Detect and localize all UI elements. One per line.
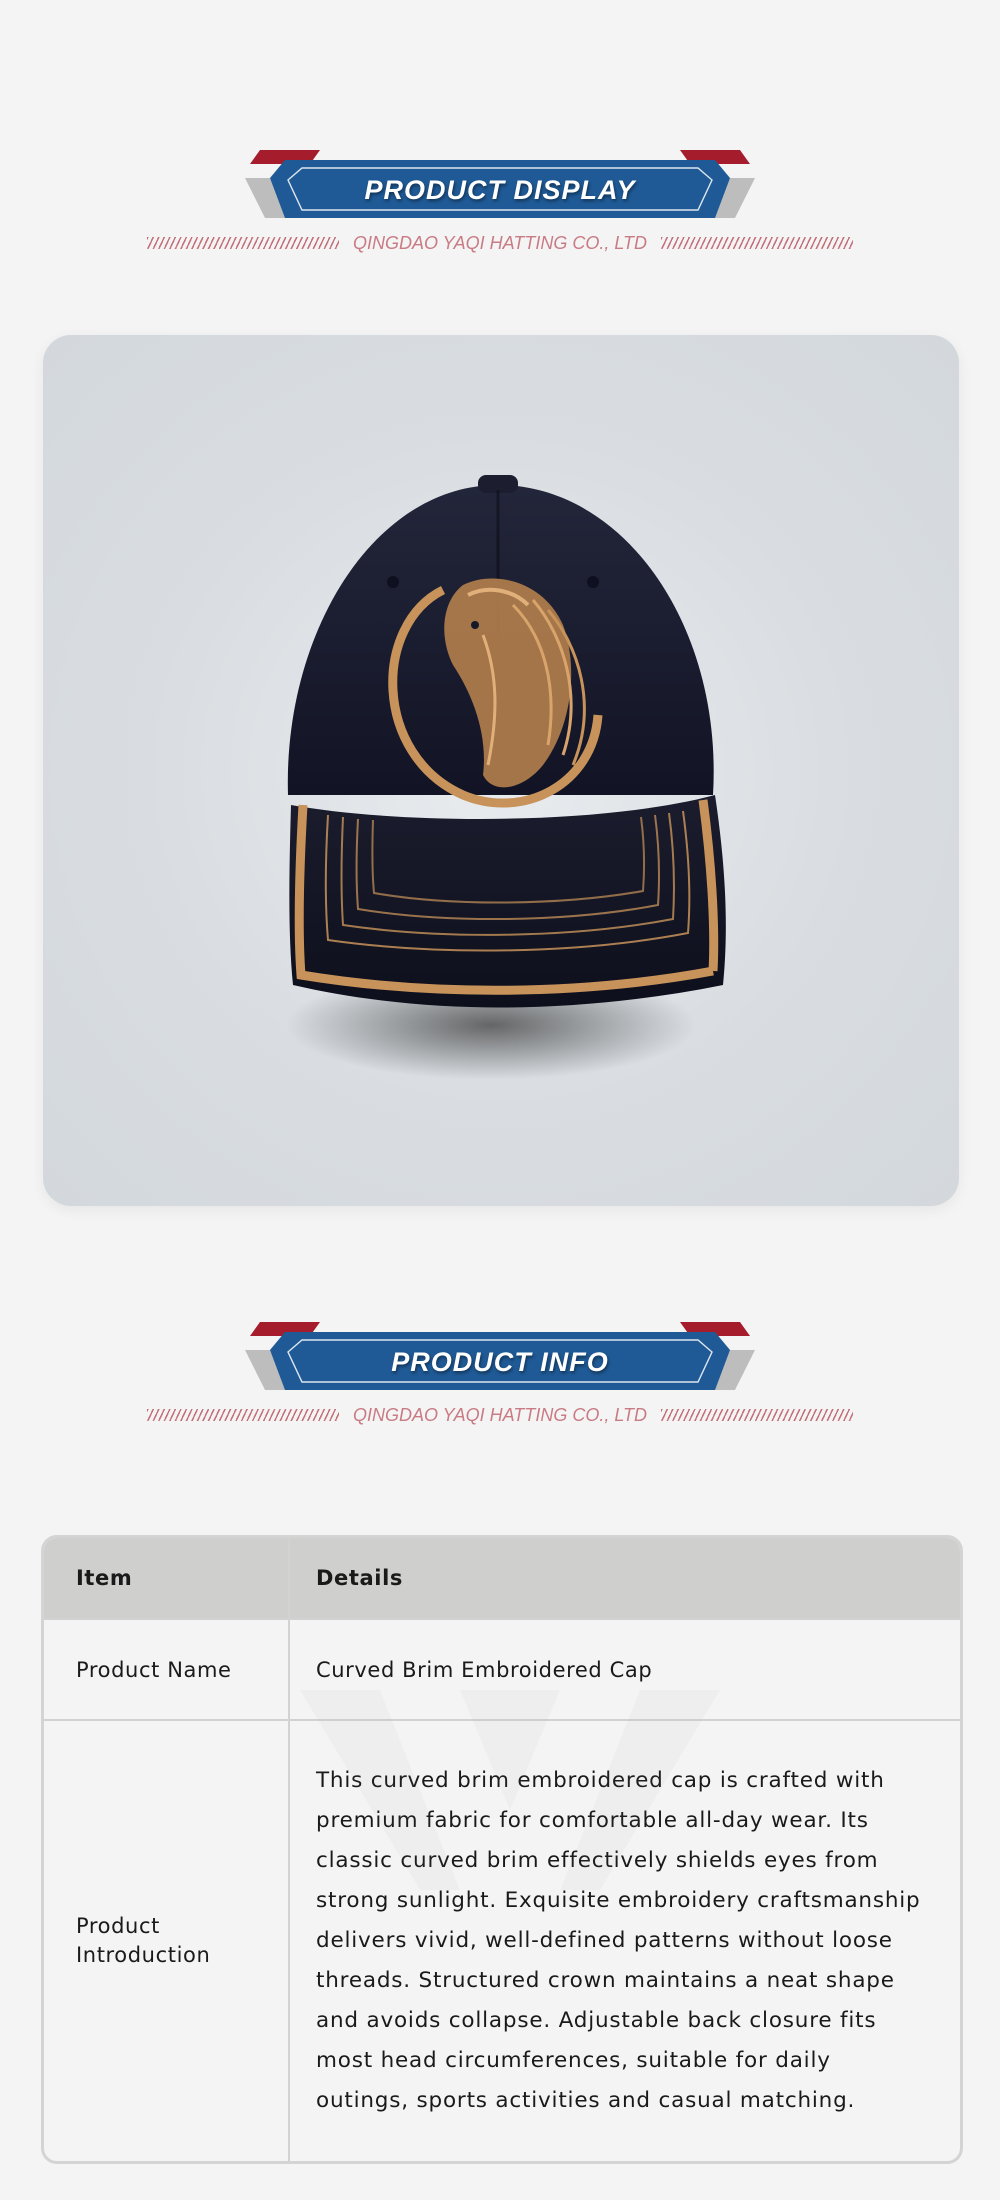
watermark-logo-icon (300, 1690, 720, 1890)
row-label: Product Introduction (44, 1721, 290, 2161)
company-name: QINGDAO YAQI HATTING CO., LTD (352, 1404, 648, 1425)
section-title: PRODUCT INFO (391, 1347, 609, 1377)
baseball-cap-image (286, 475, 726, 1080)
product-photo (43, 335, 959, 1206)
company-name: QINGDAO YAQI HATTING CO., LTD (352, 232, 648, 253)
hatch-decoration (146, 1409, 339, 1421)
subtitle-row: QINGDAO YAQI HATTING CO., LTD (140, 228, 860, 258)
row-label: Product Name (44, 1620, 290, 1719)
hatch-decoration (146, 237, 339, 249)
section-title: PRODUCT DISPLAY (364, 175, 636, 205)
subtitle-row: QINGDAO YAQI HATTING CO., LTD (140, 1400, 860, 1430)
hatch-decoration (661, 1409, 854, 1421)
row-label-text: Product Introduction (76, 1914, 211, 1967)
product-display-header: PRODUCT DISPLAY QINGDAO YAQI HATTING CO.… (0, 150, 1000, 270)
column-header-item: Item (44, 1538, 290, 1618)
column-header-details: Details (316, 1566, 403, 1590)
hatch-decoration (661, 237, 854, 249)
table-header-row: Item Details (44, 1538, 960, 1618)
product-info-header: PRODUCT INFO QINGDAO YAQI HATTING CO., L… (0, 1322, 1000, 1442)
